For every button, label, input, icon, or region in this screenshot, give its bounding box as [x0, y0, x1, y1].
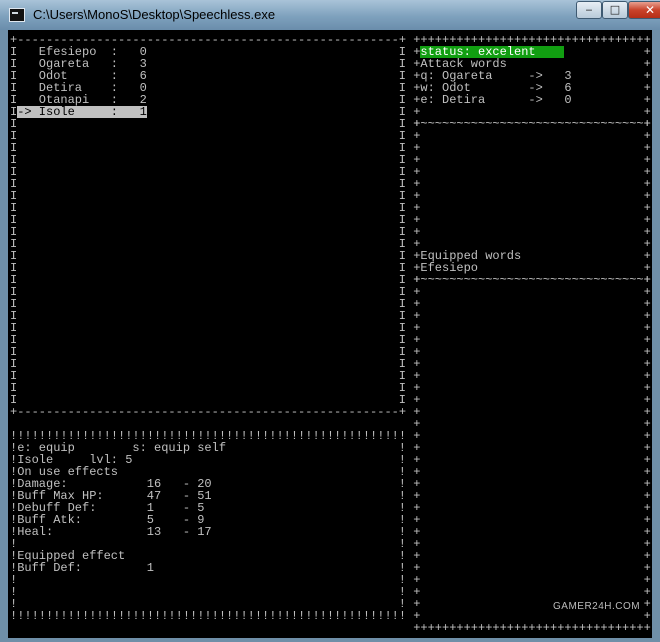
console-screen[interactable]: +---------------------------------------…: [8, 30, 652, 638]
detail-equipped-effect: Buff Def: 1: [17, 561, 155, 575]
attack-word-row[interactable]: e: Detira -> 0: [420, 94, 571, 106]
side-border-bottom: +++++++++++++++++++++++++++++++++: [413, 621, 651, 635]
side-border-left: +: [413, 609, 421, 623]
watermark: GAMER24H.COM: [553, 601, 641, 612]
word-list-border-left: I: [10, 393, 18, 407]
detail-effect-row: Heal: 13 - 17: [17, 525, 212, 539]
side-divider-bottom: +~~~~~~~~~~~~~~~~~~~~~~~~~~~~~~~+: [413, 273, 651, 287]
side-border-right: +: [643, 609, 651, 623]
title-bar[interactable]: C:\Users\MonoS\Desktop\Speechless.exe ‒ …: [0, 0, 660, 30]
word-list-item[interactable]: -> Isole : 1: [17, 106, 147, 118]
console-app-icon: [9, 8, 25, 22]
window-title: C:\Users\MonoS\Desktop\Speechless.exe: [33, 7, 276, 22]
close-button[interactable]: ✕: [628, 1, 660, 19]
word-list-border-bottom: +---------------------------------------…: [10, 405, 407, 419]
minimize-button[interactable]: ‒: [576, 1, 602, 19]
equipped-word-item[interactable]: Efesiepo: [420, 262, 478, 274]
detail-border-left: !: [10, 597, 18, 611]
word-list-border-right: I: [398, 393, 406, 407]
side-divider-top: +~~~~~~~~~~~~~~~~~~~~~~~~~~~~~~~+: [413, 117, 651, 131]
maximize-button[interactable]: □: [602, 1, 628, 19]
console-window: C:\Users\MonoS\Desktop\Speechless.exe ‒ …: [0, 0, 660, 642]
detail-border-bottom: !!!!!!!!!!!!!!!!!!!!!!!!!!!!!!!!!!!!!!!!…: [10, 609, 407, 623]
detail-border-right: !: [398, 597, 406, 611]
